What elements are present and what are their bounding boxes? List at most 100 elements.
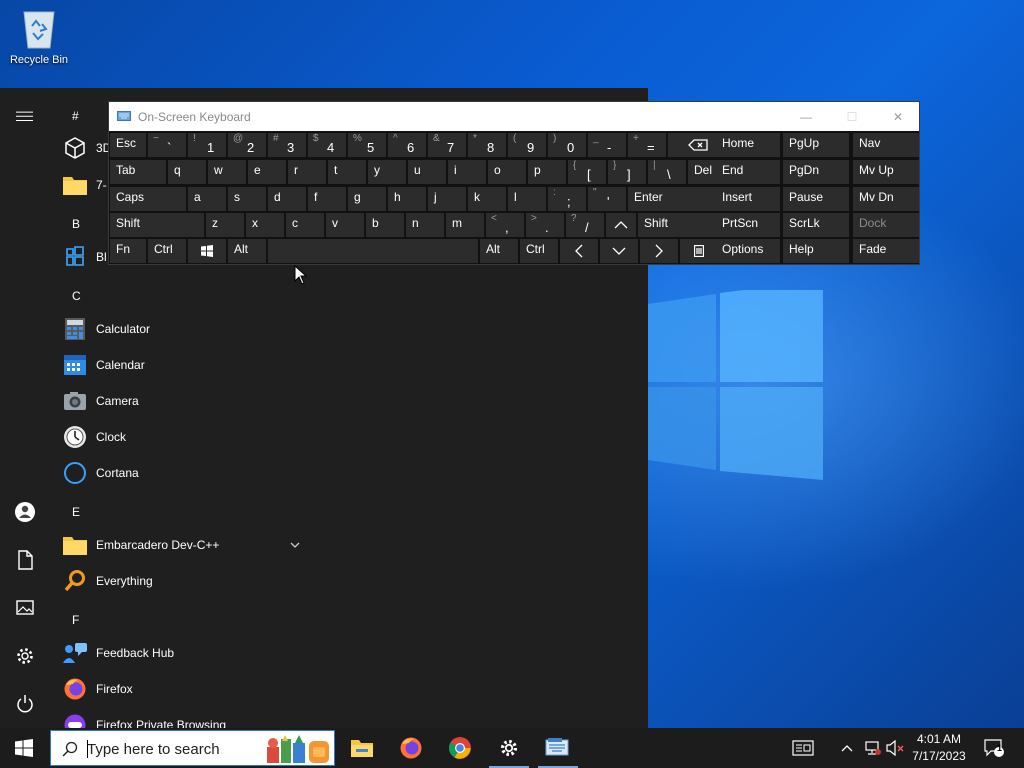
osk-key[interactable]: & 7 [428,133,466,157]
app-calculator[interactable]: Calculator [62,311,310,347]
osk-key[interactable]: Alt [480,239,518,263]
osk-key-prtscn[interactable]: PrtScn [716,213,780,237]
osk-key[interactable]: <, [486,213,524,237]
osk-key[interactable]: g [348,187,386,211]
start-button[interactable] [0,728,48,768]
osk-key[interactable]: :; [548,187,586,211]
osk-title-bar[interactable]: On-Screen Keyboard — ☐ ✕ [109,102,919,131]
osk-key-down[interactable] [600,239,638,263]
osk-key-win[interactable] [188,239,226,263]
app-cortana[interactable]: Cortana [62,455,310,491]
osk-key[interactable]: Ctrl [148,239,186,263]
osk-key[interactable]: f [308,187,346,211]
osk-key[interactable]: q [168,160,206,184]
taskbar-firefox[interactable] [387,728,435,768]
app-calendar[interactable]: Calendar [62,347,310,383]
osk-key-end[interactable]: End [716,160,780,184]
osk-key-home[interactable]: Home [716,133,780,157]
app-feedback-hub[interactable]: Feedback Hub [62,635,310,671]
osk-key[interactable]: " ' [588,187,626,211]
osk-key-up[interactable] [606,213,636,237]
osk-key-insert[interactable]: Insert [716,187,780,211]
osk-key-pgdn[interactable]: PgDn [783,160,849,184]
osk-key[interactable] [268,239,478,263]
search-input[interactable] [87,738,257,760]
osk-key[interactable]: d [268,187,306,211]
osk-key[interactable]: x [246,213,284,237]
osk-key[interactable]: j [428,187,466,211]
osk-key[interactable]: @2 [228,133,266,157]
app-embarcadero-dev-cpp[interactable]: Embarcadero Dev-C++ [62,527,310,563]
section-header-f[interactable]: F [72,613,79,627]
on-screen-keyboard-window[interactable]: On-Screen Keyboard — ☐ ✕ Esc ~ `! 1 @2 #3 $4% 5… [108,101,920,265]
osk-key[interactable]: w [208,160,246,184]
osk-key-left[interactable] [560,239,598,263]
taskbar-file-explorer[interactable] [338,728,386,768]
chevron-down-icon[interactable] [289,539,301,551]
tray-news[interactable] [788,728,818,768]
taskbar-clock[interactable]: 4:01 AM 7/17/2023 [904,731,974,765]
app-firefox-private[interactable]: Firefox Private Browsing [62,707,310,728]
osk-key[interactable]: + = [628,133,666,157]
hamburger-menu-icon[interactable] [13,104,37,128]
osk-key[interactable]: e [248,160,286,184]
osk-key[interactable]: ) 0 [548,133,586,157]
osk-key-mv-up[interactable]: Mv Up [853,160,919,184]
taskbar-on-screen-keyboard[interactable] [534,728,582,768]
osk-key[interactable]: Tab [110,160,166,184]
osk-key[interactable]: ? / [566,213,604,237]
osk-key[interactable]: r [288,160,326,184]
tray-overflow[interactable] [838,728,856,768]
osk-key[interactable]: {[ [568,160,606,184]
osk-key[interactable]: #3 [268,133,306,157]
osk-key[interactable]: s [228,187,266,211]
osk-key[interactable]: | \ [648,160,686,184]
tray-volume[interactable] [884,728,906,768]
app-firefox[interactable]: Firefox [62,671,310,707]
osk-key[interactable]: Shift [638,213,720,237]
maximize-button[interactable]: ☐ [829,102,875,131]
osk-key[interactable]: i [448,160,486,184]
osk-key[interactable]: v [326,213,364,237]
osk-key[interactable]: n [406,213,444,237]
osk-key[interactable]: Ctrl [520,239,558,263]
osk-key[interactable]: a [188,187,226,211]
osk-key-pgup[interactable]: PgUp [783,133,849,157]
osk-key[interactable]: Esc [110,133,146,157]
tray-notifications[interactable]: 1 [978,728,1010,768]
osk-key[interactable]: h [388,187,426,211]
osk-key-mv-dn[interactable]: Mv Dn [853,187,919,211]
app-everything[interactable]: Everything [62,563,310,599]
osk-key-dock[interactable]: Dock [853,213,919,237]
osk-key[interactable]: * 8 [468,133,506,157]
osk-key[interactable]: Caps [110,187,186,211]
taskbar-settings[interactable] [485,728,533,768]
osk-key-menu[interactable] [680,239,718,263]
osk-key[interactable]: y [368,160,406,184]
user-icon[interactable] [13,500,37,524]
pictures-icon[interactable] [13,596,37,620]
osk-key[interactable]: u [408,160,446,184]
osk-key[interactable]: ^ 6 [388,133,426,157]
osk-key[interactable]: Enter [628,187,730,211]
section-header-c[interactable]: C [72,289,81,303]
osk-key-options[interactable]: Options [716,239,780,263]
osk-key[interactable]: l [508,187,546,211]
documents-icon[interactable] [13,548,37,572]
osk-key[interactable]: m [446,213,484,237]
section-header-hash[interactable]: # [72,109,79,123]
osk-key[interactable]: >. [526,213,564,237]
osk-key[interactable]: Alt [228,239,266,263]
osk-key[interactable]: _ - [588,133,626,157]
osk-key-help[interactable]: Help [783,239,849,263]
power-icon[interactable] [13,692,37,716]
taskbar-chrome[interactable] [436,728,484,768]
osk-key-fade[interactable]: Fade [853,239,919,263]
osk-key[interactable]: % 5 [348,133,386,157]
osk-key[interactable]: b [366,213,404,237]
taskbar-search-box[interactable] [50,730,335,766]
osk-key-right[interactable] [640,239,678,263]
settings-gear-icon[interactable] [13,644,37,668]
osk-key[interactable]: c [286,213,324,237]
osk-key[interactable]: ! 1 [188,133,226,157]
